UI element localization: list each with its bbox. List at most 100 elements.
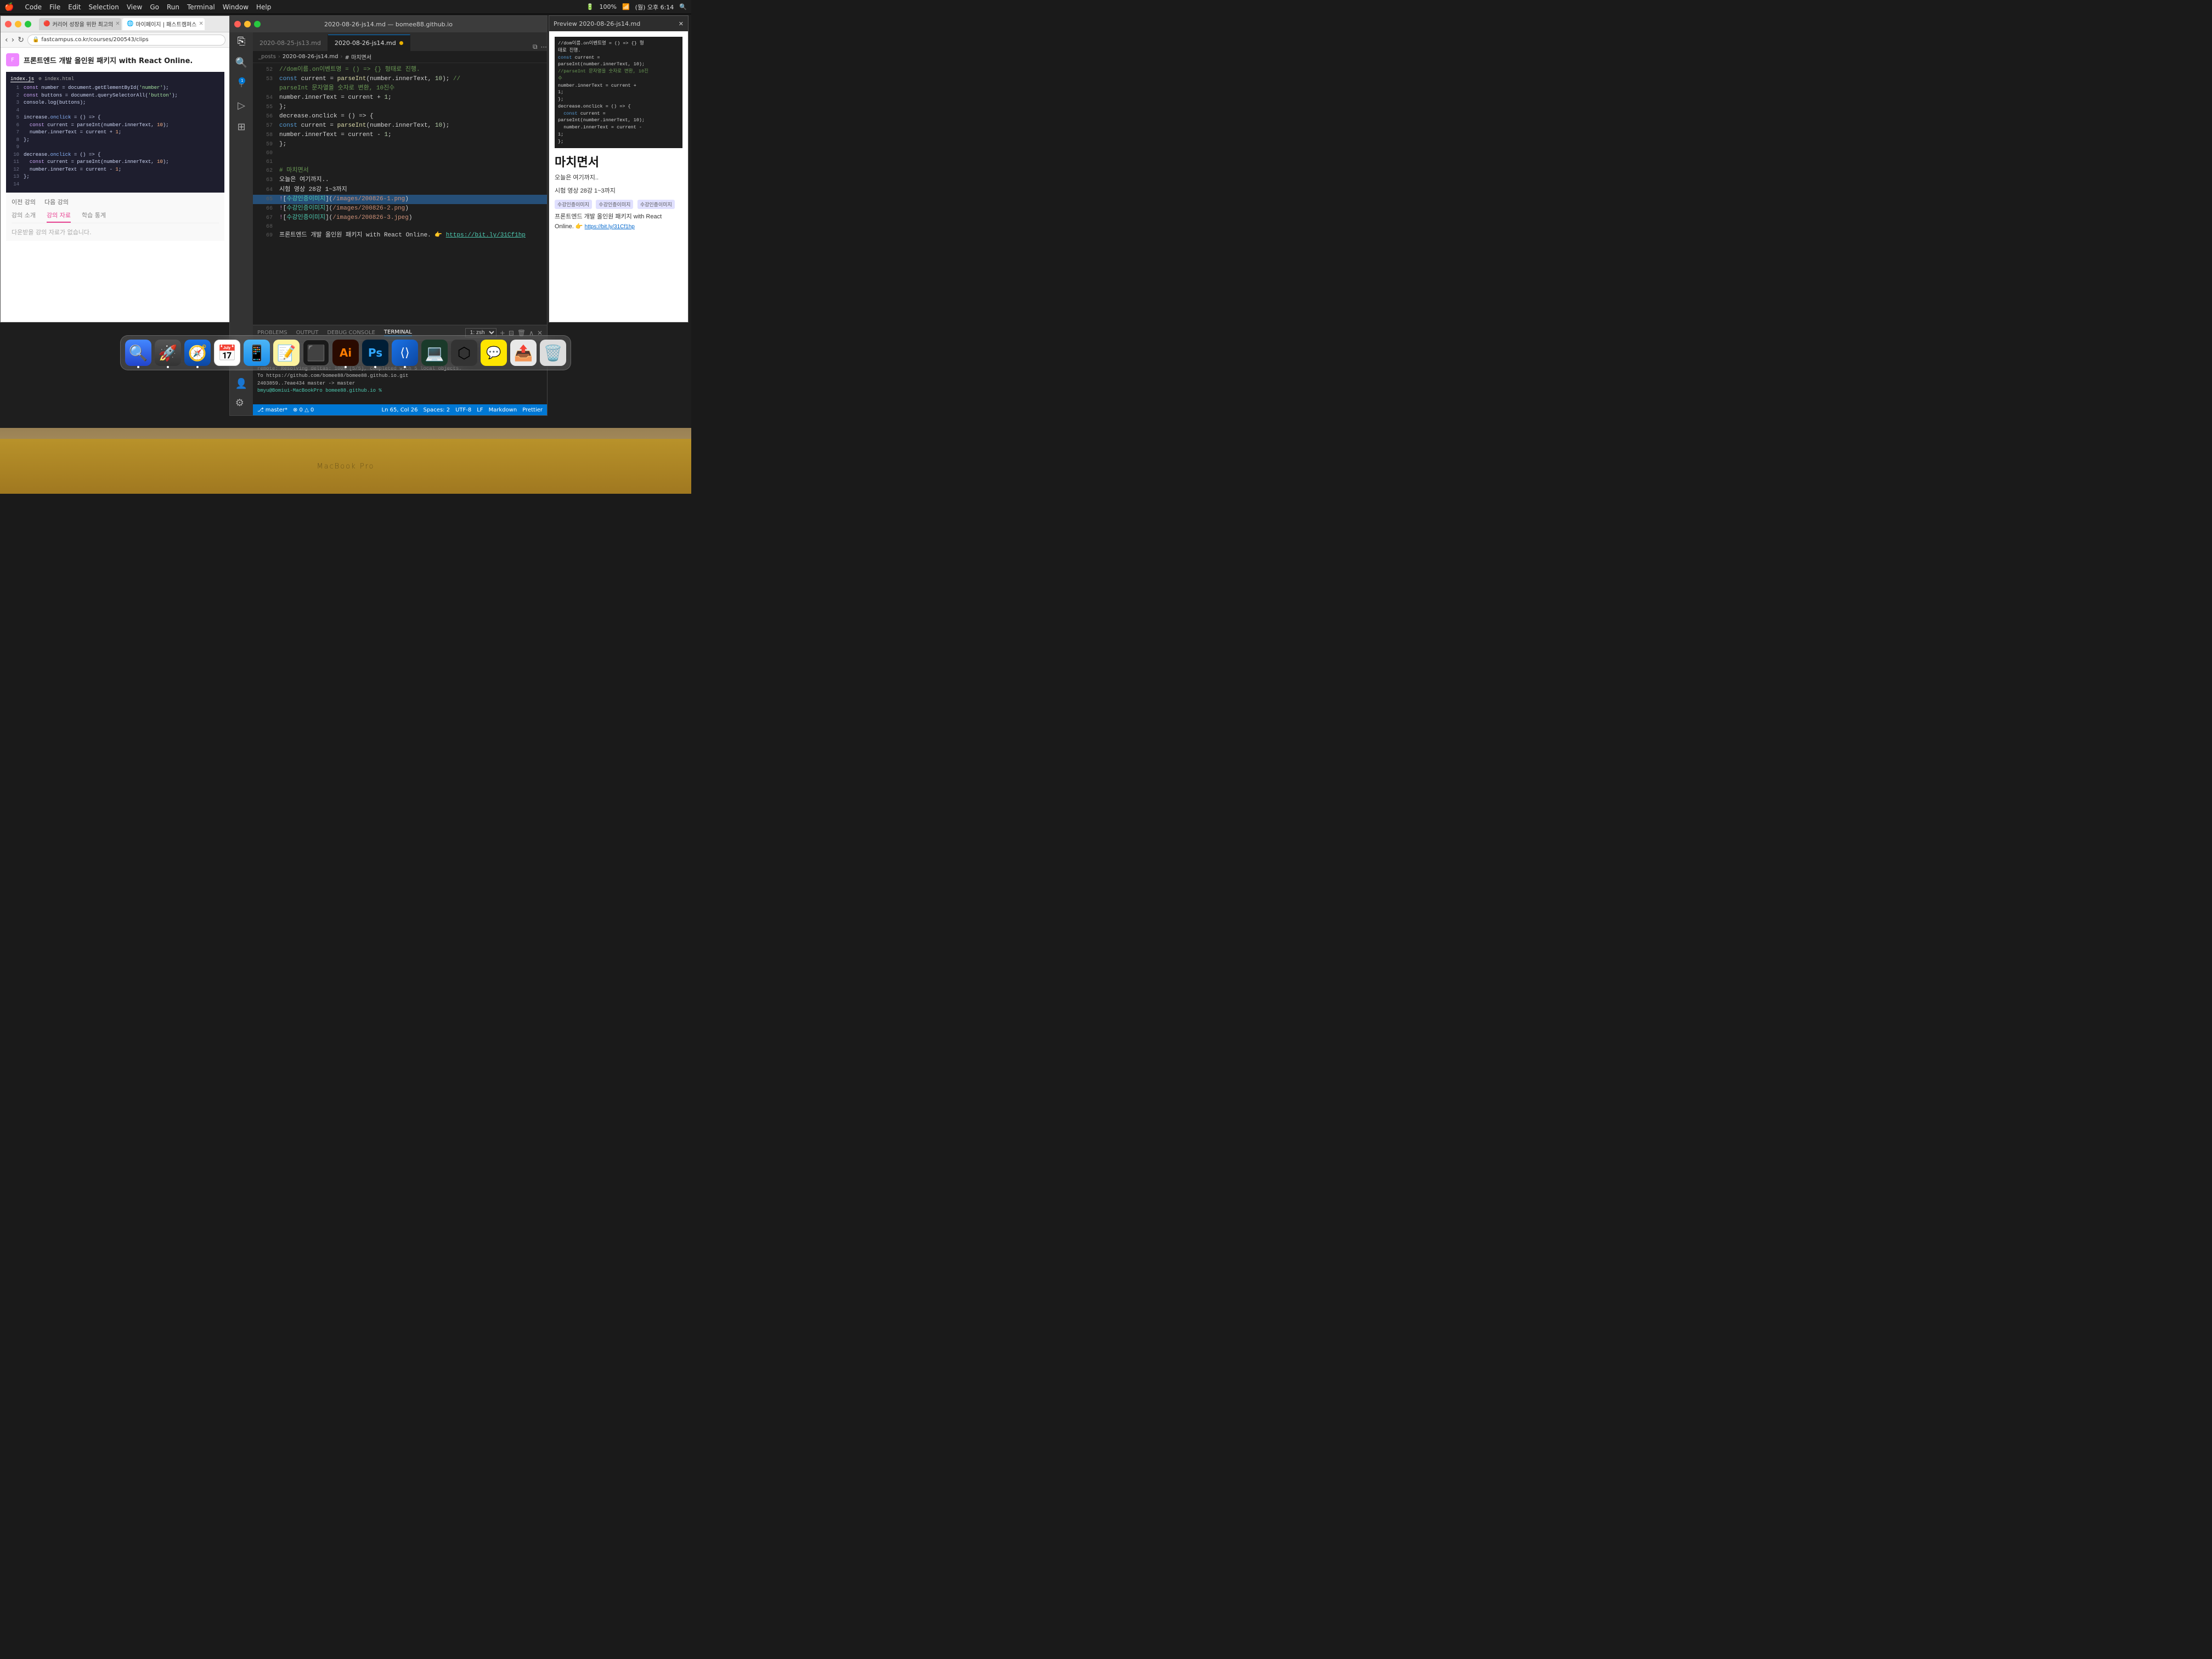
git-branch[interactable]: ⎇ master* [257, 407, 287, 413]
tab-label-2: 마이페이지 | 패스트캠퍼스 [136, 20, 196, 28]
menu-terminal[interactable]: Terminal [187, 3, 215, 11]
preview-title: Preview 2020-08-26-js14.md [554, 20, 640, 27]
line-57: 57 const current = parseInt(number.inner… [253, 121, 547, 131]
reload-button[interactable]: ↻ [18, 36, 24, 44]
dock-iterm[interactable]: 💻 [421, 340, 448, 366]
close-button[interactable] [5, 21, 12, 27]
tab-stats[interactable]: 학습 통계 [82, 211, 106, 223]
code-editor[interactable]: 52 //dom이름.on이벤트명 = () => {} 형태로 진행. 53 … [253, 63, 547, 325]
dock-illustrator[interactable]: Ai [332, 340, 359, 366]
dock-notes[interactable]: 📝 [273, 340, 300, 366]
close-preview-icon[interactable]: ✕ [679, 20, 684, 27]
language-mode[interactable]: Markdown [489, 407, 517, 413]
tab-js14[interactable]: 2020-08-26-js14.md [328, 35, 410, 51]
dock: 🔍 🚀 🧭 📅 📱 📝 ⬛ Ai Ps ⟨⟩ 💻 ⬡ 💬 📤 🗑️ [120, 335, 571, 370]
settings-icon[interactable]: ⚙ [235, 397, 247, 409]
vscode-maximize[interactable] [254, 21, 261, 27]
maximize-button[interactable] [25, 21, 31, 27]
vscode-minimize[interactable] [244, 21, 251, 27]
line-64: 64 시험 영상 28강 1~3까지 [253, 185, 547, 195]
tab-intro[interactable]: 강의 소개 [12, 211, 36, 223]
dock-launchpad[interactable]: 🚀 [155, 340, 181, 366]
menu-code[interactable]: Code [25, 3, 42, 11]
dock-kakaotalk[interactable]: 💬 [481, 340, 507, 366]
line-55: 55 }; [253, 103, 547, 112]
dock-finder[interactable]: 🔍 [125, 340, 151, 366]
search-icon[interactable]: 🔍 [679, 3, 687, 10]
menu-view[interactable]: View [127, 3, 142, 11]
menu-go[interactable]: Go [150, 3, 159, 11]
line-62: 62 # 마치면서 [253, 166, 547, 176]
account-icon[interactable]: 👤 [235, 378, 247, 390]
prev-lecture-link[interactable]: 이전 강의 [12, 198, 36, 206]
browser-titlebar: 🔴 커리어 성장을 위한 최고의 ✕ 🌐 마이페이지 | 패스트캠퍼스 ✕ [1, 16, 230, 32]
line-ending: LF [477, 407, 483, 413]
debug-icon[interactable]: ▷ [238, 100, 245, 111]
line-54: 54 number.innerText = current + 1; [253, 93, 547, 103]
forward-button[interactable]: › [12, 36, 15, 44]
tab-materials[interactable]: 강의 자료 [47, 211, 71, 223]
more-actions-icon[interactable]: ··· [541, 43, 547, 51]
tab-actions: ⧉ ··· [533, 43, 547, 51]
dock-terminal[interactable]: ⬛ [303, 340, 329, 366]
preview-link[interactable]: https://bit.ly/31Cf1hp [585, 224, 635, 230]
dock-calendar[interactable]: 📅 [214, 340, 240, 366]
line-61: 61 [253, 158, 547, 167]
source-control-icon[interactable]: ⑂1 [239, 78, 245, 90]
dock-trash[interactable]: 🗑️ [540, 340, 566, 366]
site-title: 프론트엔드 개발 올인원 패키지 with React Online. [24, 55, 193, 65]
terminal-prompt[interactable]: bmyu@Bomiui-MacBookPro bomee88.github.io… [257, 387, 543, 395]
browser-content: F 프론트엔드 개발 올인원 패키지 with React Online. in… [1, 48, 230, 307]
back-button[interactable]: ‹ [5, 36, 8, 44]
minimize-button[interactable] [15, 21, 21, 27]
code-editor-mini: index.js ⊘ index.html 1const number = do… [6, 72, 224, 193]
explorer-icon[interactable]: ⎘ [238, 36, 245, 47]
search-icon[interactable]: 🔍 [235, 57, 247, 69]
extensions-icon[interactable]: ⊞ [237, 121, 245, 133]
menu-items: Code File Edit Selection View Go Run Ter… [25, 3, 271, 11]
line-69: 69 프론트엔드 개발 올인원 패키지 with React Online. 👉… [253, 231, 547, 240]
line-56: 56 decrease.onclick = () => { [253, 112, 547, 121]
file-tab-js[interactable]: index.js [10, 76, 34, 82]
menu-run[interactable]: Run [167, 3, 179, 11]
browser-tab-2[interactable]: 🌐 마이페이지 | 패스트캠퍼스 ✕ [122, 18, 205, 30]
next-lecture-link[interactable]: 다음 강의 [44, 198, 69, 206]
tab-close-1[interactable]: ✕ [115, 21, 120, 27]
content-tabs: 강의 소개 강의 자료 학습 통계 [12, 211, 219, 223]
dock-unity[interactable]: ⬡ [451, 340, 477, 366]
menu-edit[interactable]: Edit [68, 3, 81, 11]
browser-window: 🔴 커리어 성장을 위한 최고의 ✕ 🌐 마이페이지 | 패스트캠퍼스 ✕ ‹ … [0, 15, 230, 323]
tab-close-2[interactable]: ✕ [199, 21, 203, 27]
error-count[interactable]: ⊗ 0 △ 0 [293, 407, 314, 413]
spaces: Spaces: 2 [423, 407, 450, 413]
site-header: F 프론트엔드 개발 올인원 패키지 with React Online. [6, 53, 224, 66]
line-58: 58 number.innerText = current - 1; [253, 131, 547, 140]
encoding: UTF-8 [455, 407, 471, 413]
menu-window[interactable]: Window [223, 3, 249, 11]
preview-content: //dom이름.on이벤트명 = () => {} 형 태로 진행. const… [549, 31, 688, 322]
battery-pct: 100% [600, 3, 617, 10]
dock-photoshop[interactable]: Ps [362, 340, 388, 366]
terminal-line-6: 2403859..7eae434 master -> master [257, 380, 543, 388]
split-editor-icon[interactable]: ⧉ [533, 43, 538, 51]
dock-appstore[interactable]: 📱 [244, 340, 270, 366]
dock-airdrop[interactable]: 📤 [510, 340, 537, 366]
line-53: 53 const current = parseInt(number.inner… [253, 75, 547, 84]
menu-selection[interactable]: Selection [89, 3, 119, 11]
dock-safari[interactable]: 🧭 [184, 340, 211, 366]
url-bar[interactable]: 🔒 fastcampus.co.kr/courses/200543/clips [27, 35, 225, 46]
apple-menu[interactable]: 🍎 [4, 3, 14, 12]
vscode-close[interactable] [234, 21, 241, 27]
clock: (월) 오후 6:14 [635, 3, 674, 12]
menu-bar: 🍎 Code File Edit Selection View Go Run T… [0, 0, 691, 14]
file-tab-html[interactable]: ⊘ index.html [38, 76, 74, 82]
prettier[interactable]: Prettier [522, 407, 543, 413]
nav-links: 이전 강의 다음 강의 [12, 198, 219, 206]
browser-tab-1[interactable]: 🔴 커리어 성장을 위한 최고의 ✕ [39, 18, 121, 30]
tab-icon-1: 🔴 [43, 21, 50, 27]
menu-help[interactable]: Help [256, 3, 271, 11]
dock-vscode[interactable]: ⟨⟩ [392, 340, 418, 366]
tab-js13[interactable]: 2020-08-25-js13.md [253, 35, 328, 51]
menu-file[interactable]: File [49, 3, 60, 11]
browser-nav: ‹ › ↻ 🔒 fastcampus.co.kr/courses/200543/… [1, 32, 230, 48]
